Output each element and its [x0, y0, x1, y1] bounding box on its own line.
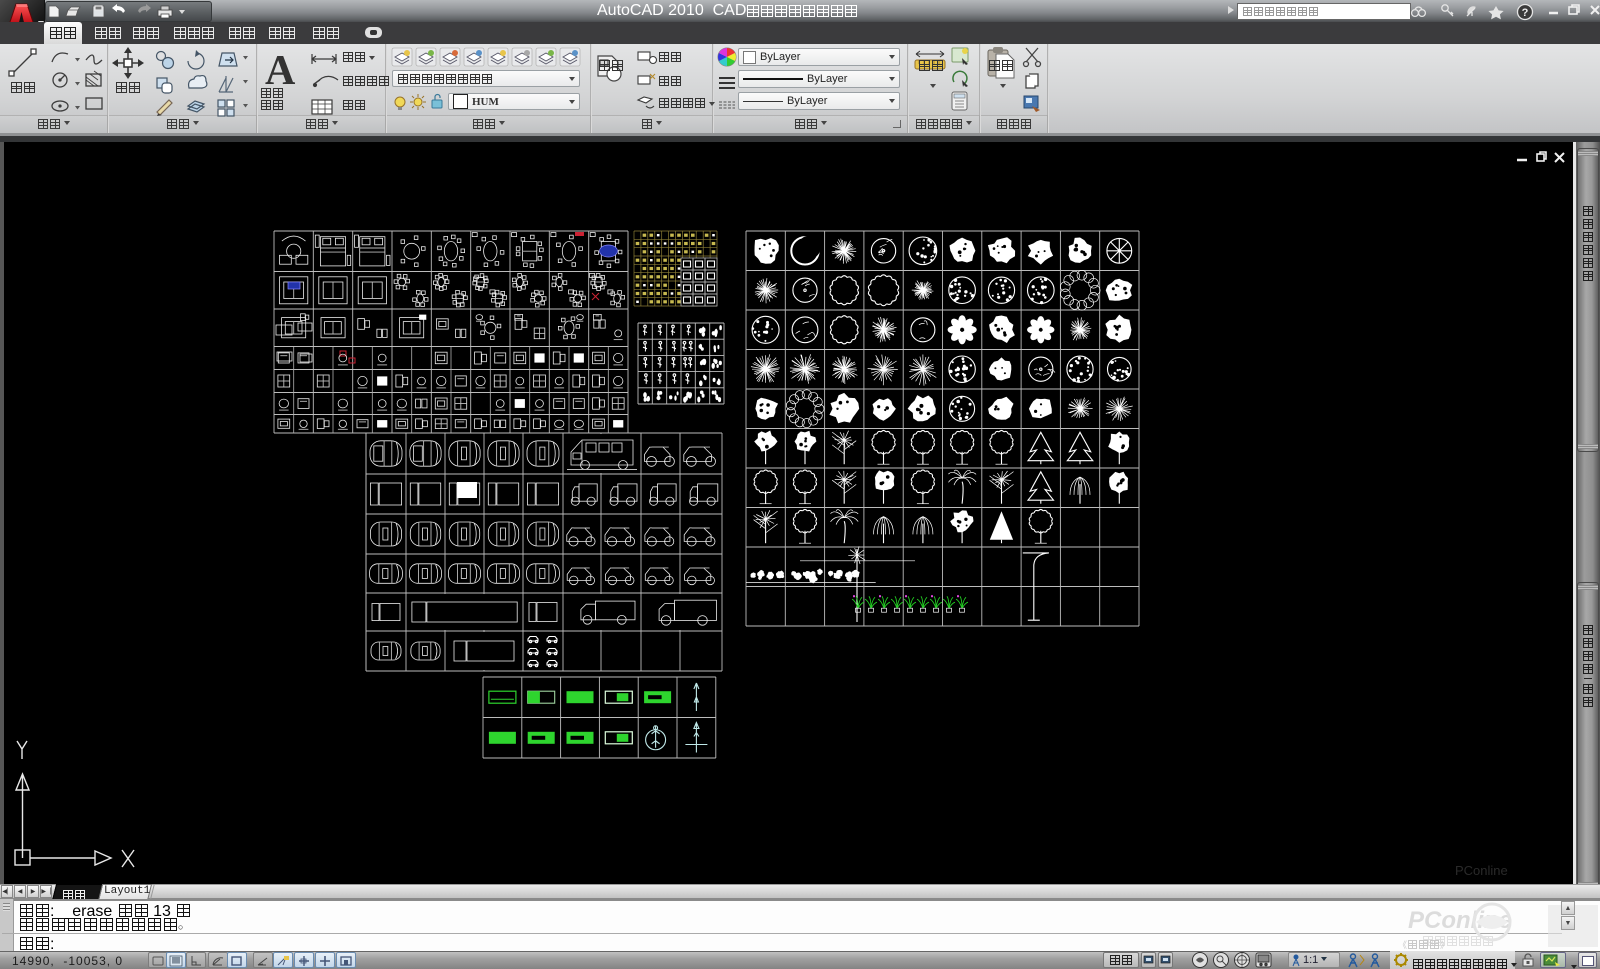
svg-text:PConline: PConline: [1455, 863, 1508, 878]
svg-text:?: ?: [1522, 7, 1529, 19]
